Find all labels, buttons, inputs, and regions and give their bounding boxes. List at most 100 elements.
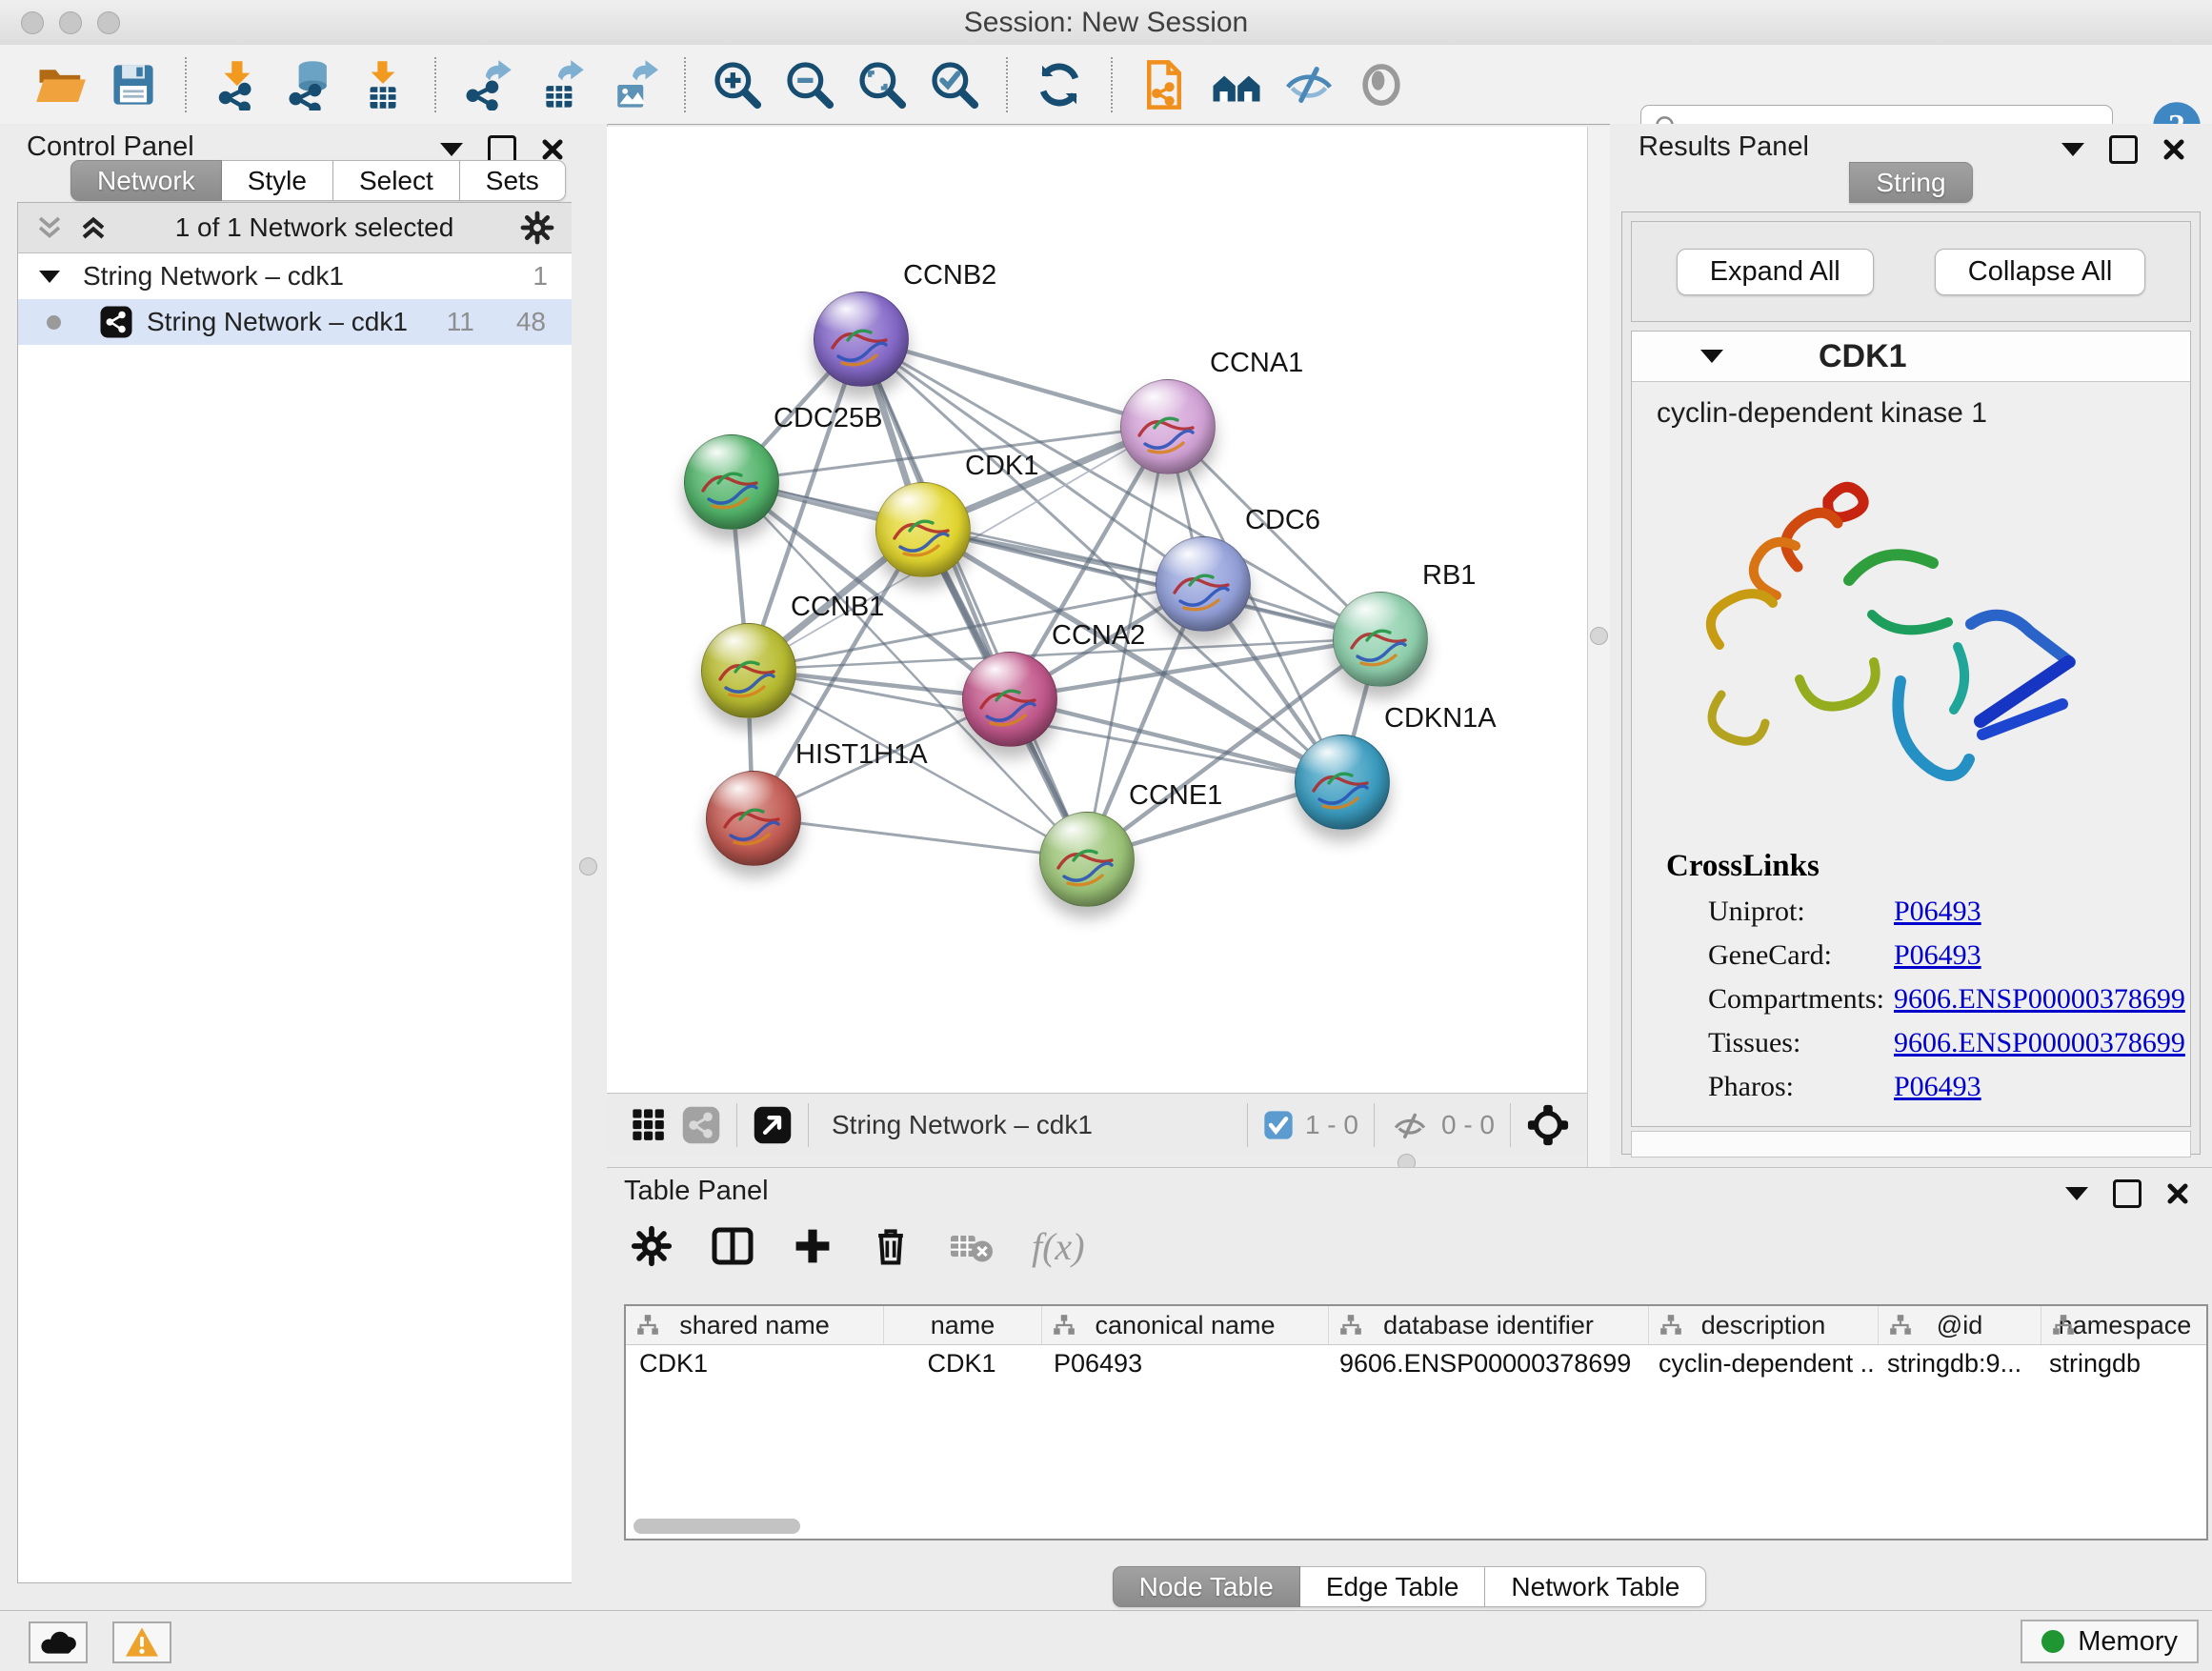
network-edges[interactable]	[607, 127, 1587, 1093]
table-horizontal-scrollbar[interactable]	[633, 1519, 2199, 1534]
node-CCNB1[interactable]	[701, 623, 796, 718]
open-session-button[interactable]	[30, 54, 91, 115]
zoom-in-icon	[711, 58, 764, 111]
birdseye-view-icon[interactable]	[753, 1105, 793, 1145]
node-CDC25B[interactable]	[684, 434, 779, 530]
tab-string[interactable]: String	[1849, 162, 1972, 203]
float-panel-icon[interactable]	[2065, 1187, 2088, 1200]
node-HIST1H1A[interactable]	[706, 771, 801, 866]
undock-panel-icon[interactable]	[2113, 1179, 2142, 1208]
right-splitter[interactable]	[1587, 127, 1612, 1167]
collapse-all-button[interactable]: Collapse All	[1935, 249, 2146, 295]
export-network-button[interactable]	[457, 54, 518, 115]
tab-select[interactable]: Select	[333, 160, 460, 201]
update-network-button[interactable]	[1029, 54, 1090, 115]
node-CDKN1A[interactable]	[1295, 735, 1390, 830]
show-eye-button[interactable]	[1351, 54, 1412, 115]
warning-status-button[interactable]	[112, 1621, 171, 1663]
cloud-status-button[interactable]	[29, 1621, 88, 1663]
table-row[interactable]: CDK1CDK1P064939606.ENSP00000378699cyclin…	[626, 1345, 2206, 1381]
crosslink-link-pharos[interactable]: P06493	[1894, 1065, 1981, 1109]
results-scrollbar[interactable]	[1631, 1131, 2191, 1158]
grid-view-icon[interactable]	[630, 1106, 668, 1144]
tab-style[interactable]: Style	[222, 160, 333, 201]
import-network-database-button[interactable]	[280, 54, 341, 115]
close-panel-icon[interactable]	[2166, 1182, 2189, 1205]
selected-checkbox-icon[interactable]	[1263, 1110, 1294, 1140]
hidden-eye-icon[interactable]	[1390, 1105, 1430, 1145]
network-options-gear-icon[interactable]	[519, 210, 555, 246]
delete-table-icon[interactable]	[948, 1225, 995, 1267]
delete-column-icon[interactable]	[870, 1225, 912, 1267]
crosslink-row: Pharos:P06493	[1708, 1065, 2190, 1109]
table-settings-gear-icon[interactable]	[630, 1224, 674, 1268]
crosshair-icon[interactable]	[1526, 1103, 1570, 1147]
splitter-handle[interactable]	[1590, 627, 1608, 645]
zoom-out-button[interactable]	[779, 54, 840, 115]
protein-section-header[interactable]: CDK1	[1632, 332, 2190, 382]
memory-button[interactable]: Memory	[2021, 1620, 2199, 1663]
expand-all-button[interactable]: Expand All	[1677, 249, 1874, 295]
horizontal-splitter[interactable]	[607, 1156, 1587, 1167]
protein-name: CDK1	[1819, 338, 1907, 375]
splitter-handle[interactable]	[579, 857, 597, 876]
node-CDK1[interactable]	[875, 482, 971, 577]
hide-selected-button[interactable]	[1278, 54, 1339, 115]
zoom-fit-button[interactable]	[852, 54, 913, 115]
float-panel-icon[interactable]	[2061, 143, 2084, 156]
node-CCNA2[interactable]	[962, 652, 1057, 747]
zoom-selected-button[interactable]	[924, 54, 985, 115]
expand-all-icon[interactable]	[77, 211, 110, 244]
close-panel-icon[interactable]	[2162, 138, 2185, 161]
column-header-name[interactable]: name	[884, 1306, 1042, 1344]
node-CCNE1[interactable]	[1039, 812, 1135, 907]
column-header-namespace[interactable]: namespace	[2041, 1306, 2208, 1344]
import-table-file-button[interactable]	[352, 54, 413, 115]
left-splitter[interactable]	[572, 124, 608, 1610]
node-CCNA1[interactable]	[1120, 379, 1216, 474]
crosslink-link-genecard[interactable]: P06493	[1894, 934, 1981, 977]
create-column-icon[interactable]	[792, 1225, 834, 1267]
column-header-database-identifier[interactable]: database identifier	[1329, 1306, 1649, 1344]
crosslink-link-compartments[interactable]: 9606.ENSP00000378699	[1894, 977, 2185, 1021]
network-collection-row[interactable]: String Network – cdk1 1	[18, 253, 573, 299]
tab-network-table[interactable]: Network Table	[1485, 1566, 1706, 1607]
zoom-in-button[interactable]	[707, 54, 768, 115]
show-columns-icon[interactable]	[710, 1223, 755, 1269]
column-header-description[interactable]: description	[1649, 1306, 1879, 1344]
tab-edge-table[interactable]: Edge Table	[1300, 1566, 1486, 1607]
node-CCNB2[interactable]	[814, 292, 909, 387]
column-label: name	[931, 1311, 995, 1340]
column-header-shared-name[interactable]: shared name	[626, 1306, 884, 1344]
tab-sets[interactable]: Sets	[460, 160, 566, 201]
collapse-all-icon[interactable]	[33, 211, 66, 244]
network-row[interactable]: String Network – cdk1 11 48	[18, 299, 573, 345]
section-expander-icon[interactable]	[1700, 350, 1723, 363]
export-image-button[interactable]	[602, 54, 663, 115]
export-table-button[interactable]	[530, 54, 591, 115]
string-home-button[interactable]	[1206, 54, 1267, 115]
tab-network[interactable]: Network	[70, 160, 222, 201]
undock-panel-icon[interactable]	[2109, 135, 2138, 164]
collection-expander-icon[interactable]	[39, 271, 60, 283]
float-panel-icon[interactable]	[440, 143, 463, 156]
save-session-button[interactable]	[103, 54, 164, 115]
import-network-file-button[interactable]	[208, 54, 269, 115]
protein-ribbon-thumbnail	[1343, 614, 1418, 671]
crosslink-link-uniprot[interactable]: P06493	[1894, 890, 1981, 934]
share-view-icon[interactable]	[681, 1105, 721, 1145]
tab-node-table[interactable]: Node Table	[1113, 1566, 1300, 1607]
node-RB1[interactable]	[1333, 592, 1428, 687]
function-builder-icon[interactable]: f(x)	[1032, 1224, 1085, 1269]
scrollbar-thumb[interactable]	[633, 1519, 800, 1534]
import-database-icon	[285, 59, 336, 111]
close-panel-icon[interactable]	[541, 138, 564, 161]
node-CDC6[interactable]	[1156, 536, 1251, 632]
column-header--id[interactable]: @id	[1879, 1306, 2041, 1344]
network-canvas[interactable]: CCNB2CCNA1CDC25BCDK1CDC6RB1CCNB1CCNA2CDK…	[607, 127, 1587, 1093]
crosslink-link-tissues[interactable]: 9606.ENSP00000378699	[1894, 1021, 2185, 1065]
column-header-canonical-name[interactable]: canonical name	[1042, 1306, 1329, 1344]
share-session-button[interactable]	[1134, 54, 1195, 115]
network-list-toolbar: 1 of 1 Network selected	[18, 203, 573, 253]
edge-count: 48	[516, 307, 546, 337]
